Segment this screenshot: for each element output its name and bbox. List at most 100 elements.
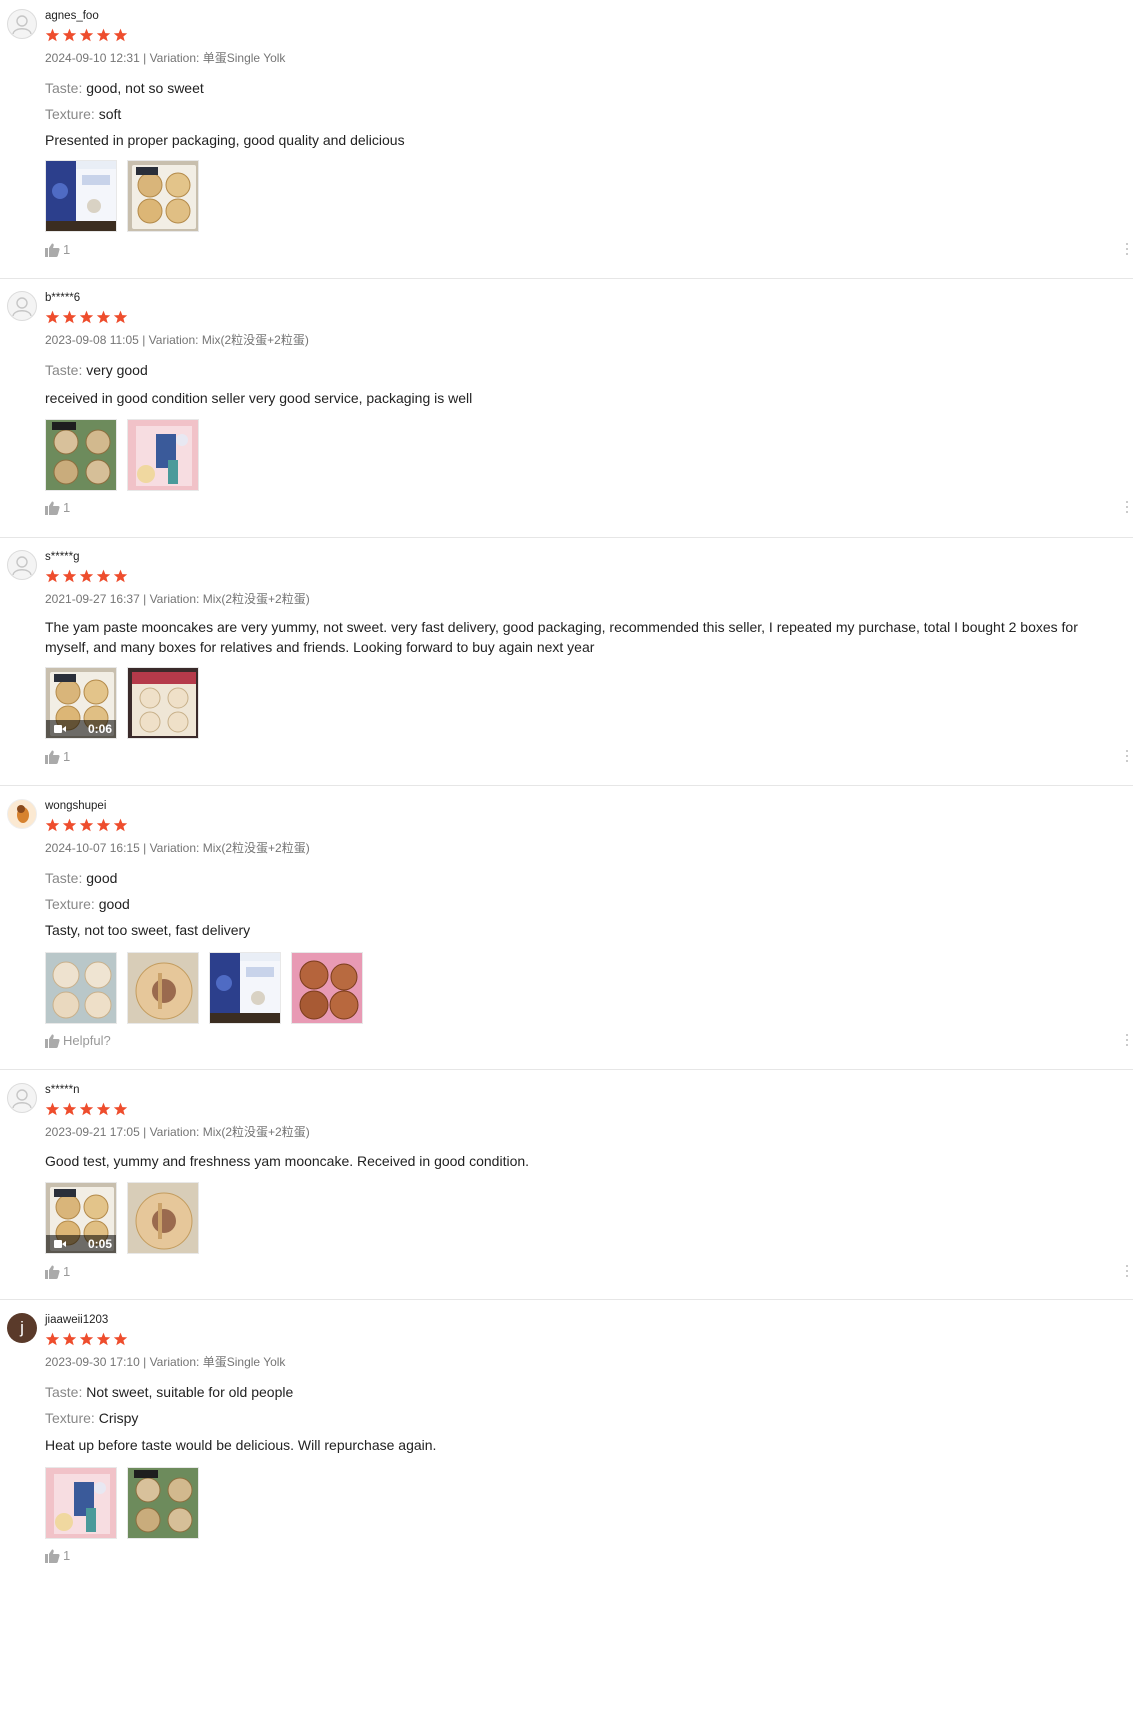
like-button[interactable]: 1: [45, 242, 70, 258]
review-divider: [0, 1069, 1133, 1070]
star-icon: [62, 818, 77, 832]
meta-separator: |: [143, 1125, 147, 1139]
star-icon: [96, 818, 111, 832]
star-icon: [62, 1332, 77, 1346]
review-header: agnes_foo 2024-09-10 12:31 | Variation: 单…: [45, 9, 1133, 123]
reviewer-username[interactable]: jiaaweii1203: [45, 1313, 1133, 1327]
default-avatar-icon[interactable]: [7, 9, 37, 39]
video-camera-icon: [54, 1240, 66, 1248]
review-media: 0:06: [45, 667, 199, 739]
photo-avatar-icon[interactable]: [7, 799, 37, 829]
thumbs-up-icon: [45, 750, 60, 764]
star-icon: [45, 1102, 60, 1116]
video-overlay: 0:05: [46, 1235, 116, 1253]
review-photo-thumbnail[interactable]: [45, 1467, 117, 1539]
review-photo-thumbnail[interactable]: [45, 160, 117, 232]
reviewer-username[interactable]: wongshupei: [45, 799, 1133, 813]
star-icon: [113, 310, 128, 324]
review-attribute: Taste: Not sweet, suitable for old peopl…: [45, 1383, 1133, 1401]
default-avatar-icon[interactable]: [7, 291, 37, 321]
variation-value: Mix(2粒没蛋+2粒蛋): [202, 1125, 310, 1139]
like-count: 1: [63, 749, 71, 764]
reviewer-username[interactable]: s*****n: [45, 1083, 1133, 1097]
review-photo-thumbnail[interactable]: [291, 952, 363, 1024]
like-button[interactable]: 1: [45, 500, 70, 516]
attribute-value: good: [98, 896, 130, 912]
review-comment: Heat up before taste would be delicious.…: [45, 1437, 437, 1453]
star-rating: [45, 310, 1133, 325]
attribute-value: Not sweet, suitable for old people: [86, 1384, 294, 1400]
more-options-icon[interactable]: [1126, 1034, 1130, 1049]
more-options-icon[interactable]: [1126, 750, 1130, 765]
attribute-key: Taste:: [45, 80, 83, 96]
star-icon: [62, 1102, 77, 1116]
review-comment: received in good condition seller very g…: [45, 390, 473, 406]
review-photo-thumbnail[interactable]: [45, 419, 117, 491]
review-photo-thumbnail[interactable]: [209, 952, 281, 1024]
star-icon: [62, 310, 77, 324]
attribute-key: Texture:: [45, 896, 95, 912]
variation-label: Variation:: [148, 333, 199, 347]
default-avatar-icon[interactable]: [7, 550, 37, 580]
review-header: s*****n 2023-09-21 17:05 | Variation: Mix…: [45, 1083, 1133, 1139]
review-photo-thumbnail[interactable]: [127, 1182, 199, 1254]
like-count: 1: [63, 242, 71, 257]
review-item: j jiaaweii1203 2023-09-30 17:10 | Variatio…: [0, 0, 1133, 1736]
meta-separator: |: [142, 333, 146, 347]
review-photo-thumbnail[interactable]: [127, 952, 199, 1024]
star-icon: [79, 1102, 94, 1116]
thumbs-up-icon: [45, 1265, 60, 1279]
more-options-icon[interactable]: [1126, 501, 1130, 516]
star-icon: [96, 569, 111, 583]
review-divider: [0, 278, 1133, 279]
review-meta: 2023-09-21 17:05 | Variation: Mix(2粒没蛋+2…: [45, 1125, 1133, 1139]
review-photo-thumbnail[interactable]: [45, 952, 117, 1024]
more-options-icon[interactable]: [1126, 1265, 1130, 1280]
review-attribute: Taste: good, not so sweet: [45, 79, 1133, 97]
default-avatar-icon[interactable]: [7, 1083, 37, 1113]
reviewer-username[interactable]: agnes_foo: [45, 9, 1133, 23]
star-icon: [79, 818, 94, 832]
star-icon: [96, 1332, 111, 1346]
video-camera-icon: [54, 725, 66, 733]
star-icon: [62, 28, 77, 42]
variation-value: Mix(2粒没蛋+2粒蛋): [202, 592, 310, 606]
attribute-value: very good: [86, 362, 148, 378]
star-icon: [79, 28, 94, 42]
star-icon: [45, 818, 60, 832]
review-meta: 2021-09-27 16:37 | Variation: Mix(2粒没蛋+2…: [45, 592, 1133, 606]
star-icon: [45, 569, 60, 583]
thumbs-up-icon: [45, 1034, 60, 1048]
review-divider: [0, 1299, 1133, 1300]
reviewer-username[interactable]: s*****g: [45, 550, 1133, 564]
variation-label: Variation:: [149, 841, 200, 855]
like-button[interactable]: Helpful?: [45, 1033, 111, 1049]
review-meta: 2023-09-08 11:05 | Variation: Mix(2粒没蛋+2…: [45, 333, 1133, 347]
star-icon: [96, 1102, 111, 1116]
review-photo-thumbnail[interactable]: [127, 667, 199, 739]
review-media: [45, 160, 199, 232]
star-icon: [45, 310, 60, 324]
review-photo-thumbnail[interactable]: [127, 160, 199, 232]
review-header: s*****g 2021-09-27 16:37 | Variation: Mix…: [45, 550, 1133, 606]
review-photo-thumbnail[interactable]: [127, 419, 199, 491]
star-icon: [113, 1102, 128, 1116]
like-button[interactable]: 1: [45, 749, 70, 765]
star-rating: [45, 1102, 1133, 1117]
reviewer-username[interactable]: b*****6: [45, 291, 1133, 305]
attribute-key: Taste:: [45, 870, 83, 886]
review-attribute: Texture: Crispy: [45, 1409, 1133, 1427]
like-button[interactable]: 1: [45, 1264, 70, 1280]
letter-avatar-icon[interactable]: j: [7, 1313, 37, 1343]
more-options-icon[interactable]: [1126, 243, 1130, 258]
attribute-value: good, not so sweet: [86, 80, 204, 96]
review-photo-thumbnail[interactable]: [127, 1467, 199, 1539]
star-rating: [45, 818, 1133, 833]
review-video-thumbnail[interactable]: 0:06: [45, 667, 117, 739]
review-video-thumbnail[interactable]: 0:05: [45, 1182, 117, 1254]
like-button[interactable]: 1: [45, 1548, 70, 1564]
variation-value: 单蛋Single Yolk: [202, 51, 286, 65]
review-header: wongshupei 2024-10-07 16:15 | Variation: …: [45, 799, 1133, 913]
review-header: b*****6 2023-09-08 11:05 | Variation: Mix…: [45, 291, 1133, 379]
review-media: [45, 1467, 199, 1539]
